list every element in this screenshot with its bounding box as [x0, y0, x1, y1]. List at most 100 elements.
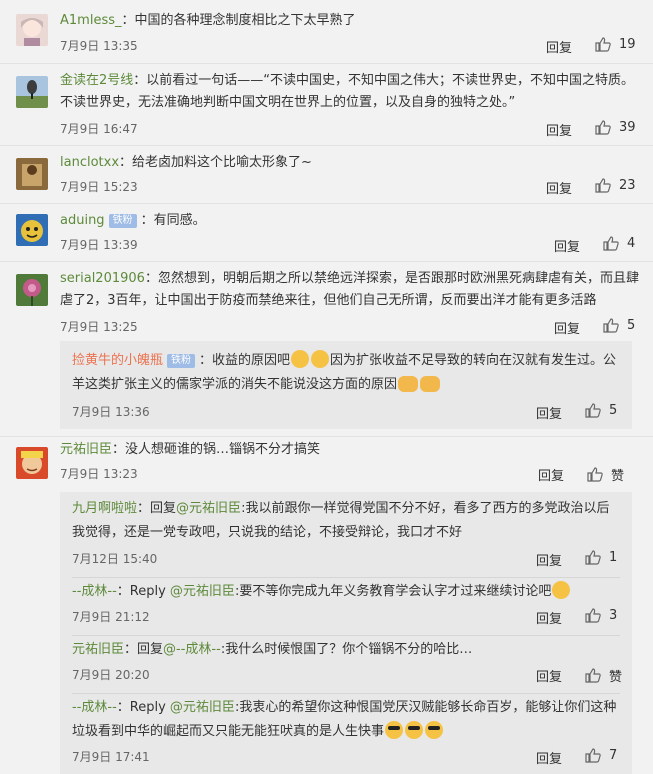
thumbs-up-icon: [595, 178, 611, 193]
separator: ：: [199, 353, 213, 368]
comment-text: 元祐旧臣：没人想砸谁的锅…锱锅不分才搞笑: [60, 439, 639, 461]
reply-prefix: 回复: [137, 642, 164, 657]
timestamp: 7月9日 17:41: [72, 750, 150, 764]
like-count: 7: [609, 748, 618, 763]
username-link[interactable]: --成林--: [72, 584, 117, 599]
avatar[interactable]: [16, 214, 48, 246]
fan-badge: 铁粉: [167, 354, 196, 368]
comment-body: 给老卤加料这个比喻太形象了~: [132, 155, 312, 170]
like-button[interactable]: 5: [603, 318, 635, 333]
cool-emoji-icon: [425, 721, 444, 739]
sub-reply-text: 捡黄牛的小魄瓶 铁粉 ：收益的原因吧 因为扩张收益不足导致的转向在汉就有发生过。公羊这…: [72, 349, 622, 397]
comment-meta: 7月9日 13:36 回复 5: [72, 403, 620, 423]
fist-emoji-icon: [420, 376, 441, 392]
username-link[interactable]: aduing: [60, 213, 105, 228]
username-link[interactable]: serial201906: [60, 271, 145, 286]
divider: [0, 436, 653, 437]
separator: ：: [124, 642, 138, 657]
comment-body: 没人想砸谁的锅…锱锅不分才搞笑: [125, 442, 321, 457]
mention-link[interactable]: @元祐旧臣: [170, 584, 235, 599]
like-button[interactable]: 39: [595, 120, 636, 135]
sub-reply-text: 元祐旧臣：回复@--成林--:我什么时候恨国了？你个锱锅不分的哈比…: [72, 638, 622, 662]
username-link[interactable]: 捡黄牛的小魄瓶: [72, 353, 163, 368]
thumbs-up-icon: [595, 37, 611, 52]
comment-body: 有同感。: [153, 213, 206, 228]
divider: [0, 63, 653, 64]
separator: ：: [116, 584, 130, 599]
mention-link[interactable]: @元祐旧臣: [176, 501, 241, 516]
like-button[interactable]: 5: [585, 403, 617, 418]
like-button[interactable]: 1: [585, 550, 617, 565]
reply-button[interactable]: 回复: [536, 550, 562, 569]
like-count: 赞: [609, 670, 623, 685]
comment-meta: 7月12日 15:40 回复 1: [72, 550, 620, 570]
separator: ：: [140, 213, 154, 228]
divider: [72, 635, 620, 636]
separator: ：: [133, 73, 147, 88]
comment-body: :我什么时候恨国了？你个锱锅不分的哈比…: [220, 642, 473, 657]
avatar[interactable]: [16, 14, 48, 46]
like-button[interactable]: 赞: [585, 666, 622, 685]
reply-button[interactable]: 回复: [546, 178, 572, 197]
reply-button[interactable]: 回复: [554, 318, 580, 337]
sub-reply-box: 捡黄牛的小魄瓶 铁粉 ：收益的原因吧 因为扩张收益不足导致的转向在汉就有发生过。公羊这…: [60, 341, 632, 429]
comment-body: 中国的各种理念制度相比之下太早熟了: [134, 13, 356, 28]
mention-link[interactable]: @元祐旧臣: [170, 700, 235, 715]
divider: [0, 261, 653, 262]
like-button[interactable]: 4: [603, 236, 635, 251]
reply-button[interactable]: 回复: [546, 37, 572, 56]
avatar[interactable]: [16, 158, 48, 190]
thumbs-up-icon: [585, 668, 601, 683]
reply-button[interactable]: 回复: [536, 403, 562, 422]
thumbs-up-icon: [603, 236, 619, 251]
comment-meta: 7月9日 13:25 回复 5: [60, 318, 635, 338]
comment-meta: 7月9日 20:20 回复 赞: [72, 666, 622, 686]
avatar[interactable]: [16, 447, 48, 479]
reply-button[interactable]: 回复: [536, 608, 562, 627]
avatar[interactable]: [16, 76, 48, 108]
username-link[interactable]: 金读在2号线: [60, 73, 133, 88]
like-button[interactable]: 3: [585, 608, 617, 623]
comment-meta: 7月9日 13:35 回复 19: [60, 37, 636, 57]
reply-button[interactable]: 回复: [554, 236, 580, 255]
like-count: 赞: [611, 469, 625, 484]
reply-button[interactable]: 回复: [536, 666, 562, 685]
reply-button[interactable]: 回复: [536, 748, 562, 767]
fist-emoji-icon: [398, 376, 419, 392]
smile-emoji-icon: [311, 350, 330, 368]
like-button[interactable]: 19: [595, 37, 636, 52]
comment-body: :要不等你完成九年义务教育学会认字才过来继续讨论吧: [234, 584, 552, 599]
like-count: 23: [619, 178, 636, 193]
username-link[interactable]: 九月啊啦啦: [72, 501, 137, 516]
separator: ：: [144, 271, 158, 286]
username-link[interactable]: A1mless_: [60, 13, 121, 28]
like-button[interactable]: 23: [595, 178, 636, 193]
timestamp: 7月9日 13:36: [72, 405, 150, 419]
username-link[interactable]: 元祐旧臣: [72, 642, 124, 657]
cool-emoji-icon: [385, 721, 404, 739]
like-count: 4: [627, 236, 636, 251]
reply-button[interactable]: 回复: [546, 120, 572, 139]
thumbs-up-icon: [585, 608, 601, 623]
like-button[interactable]: 赞: [587, 465, 624, 484]
thumbs-up-icon: [587, 467, 603, 482]
comment-text: A1mless_：中国的各种理念制度相比之下太早熟了: [60, 10, 639, 32]
avatar[interactable]: [16, 274, 48, 306]
timestamp: 7月9日 13:35: [60, 39, 138, 53]
comment-meta: 7月9日 13:39 回复 4: [60, 236, 635, 256]
comment-body: 收益的原因吧: [212, 353, 291, 368]
separator: ：: [112, 442, 126, 457]
sub-reply-text: 九月啊啦啦：回复@元祐旧臣:我以前跟你一样觉得党国不分不好，看多了西方的多党政治…: [72, 497, 622, 545]
like-count: 3: [609, 608, 618, 623]
mention-link[interactable]: @--成林--: [163, 642, 221, 657]
timestamp: 7月12日 15:40: [72, 552, 158, 566]
username-link[interactable]: lanclotxx: [60, 155, 119, 170]
like-button[interactable]: 7: [585, 748, 617, 763]
username-link[interactable]: 元祐旧臣: [60, 442, 112, 457]
reply-prefix: 回复: [150, 501, 177, 516]
cool-emoji-icon: [405, 721, 424, 739]
reply-button[interactable]: 回复: [538, 465, 564, 484]
timestamp: 7月9日 13:23: [60, 467, 138, 481]
sad-emoji-icon: [552, 581, 571, 599]
username-link[interactable]: --成林--: [72, 700, 117, 715]
